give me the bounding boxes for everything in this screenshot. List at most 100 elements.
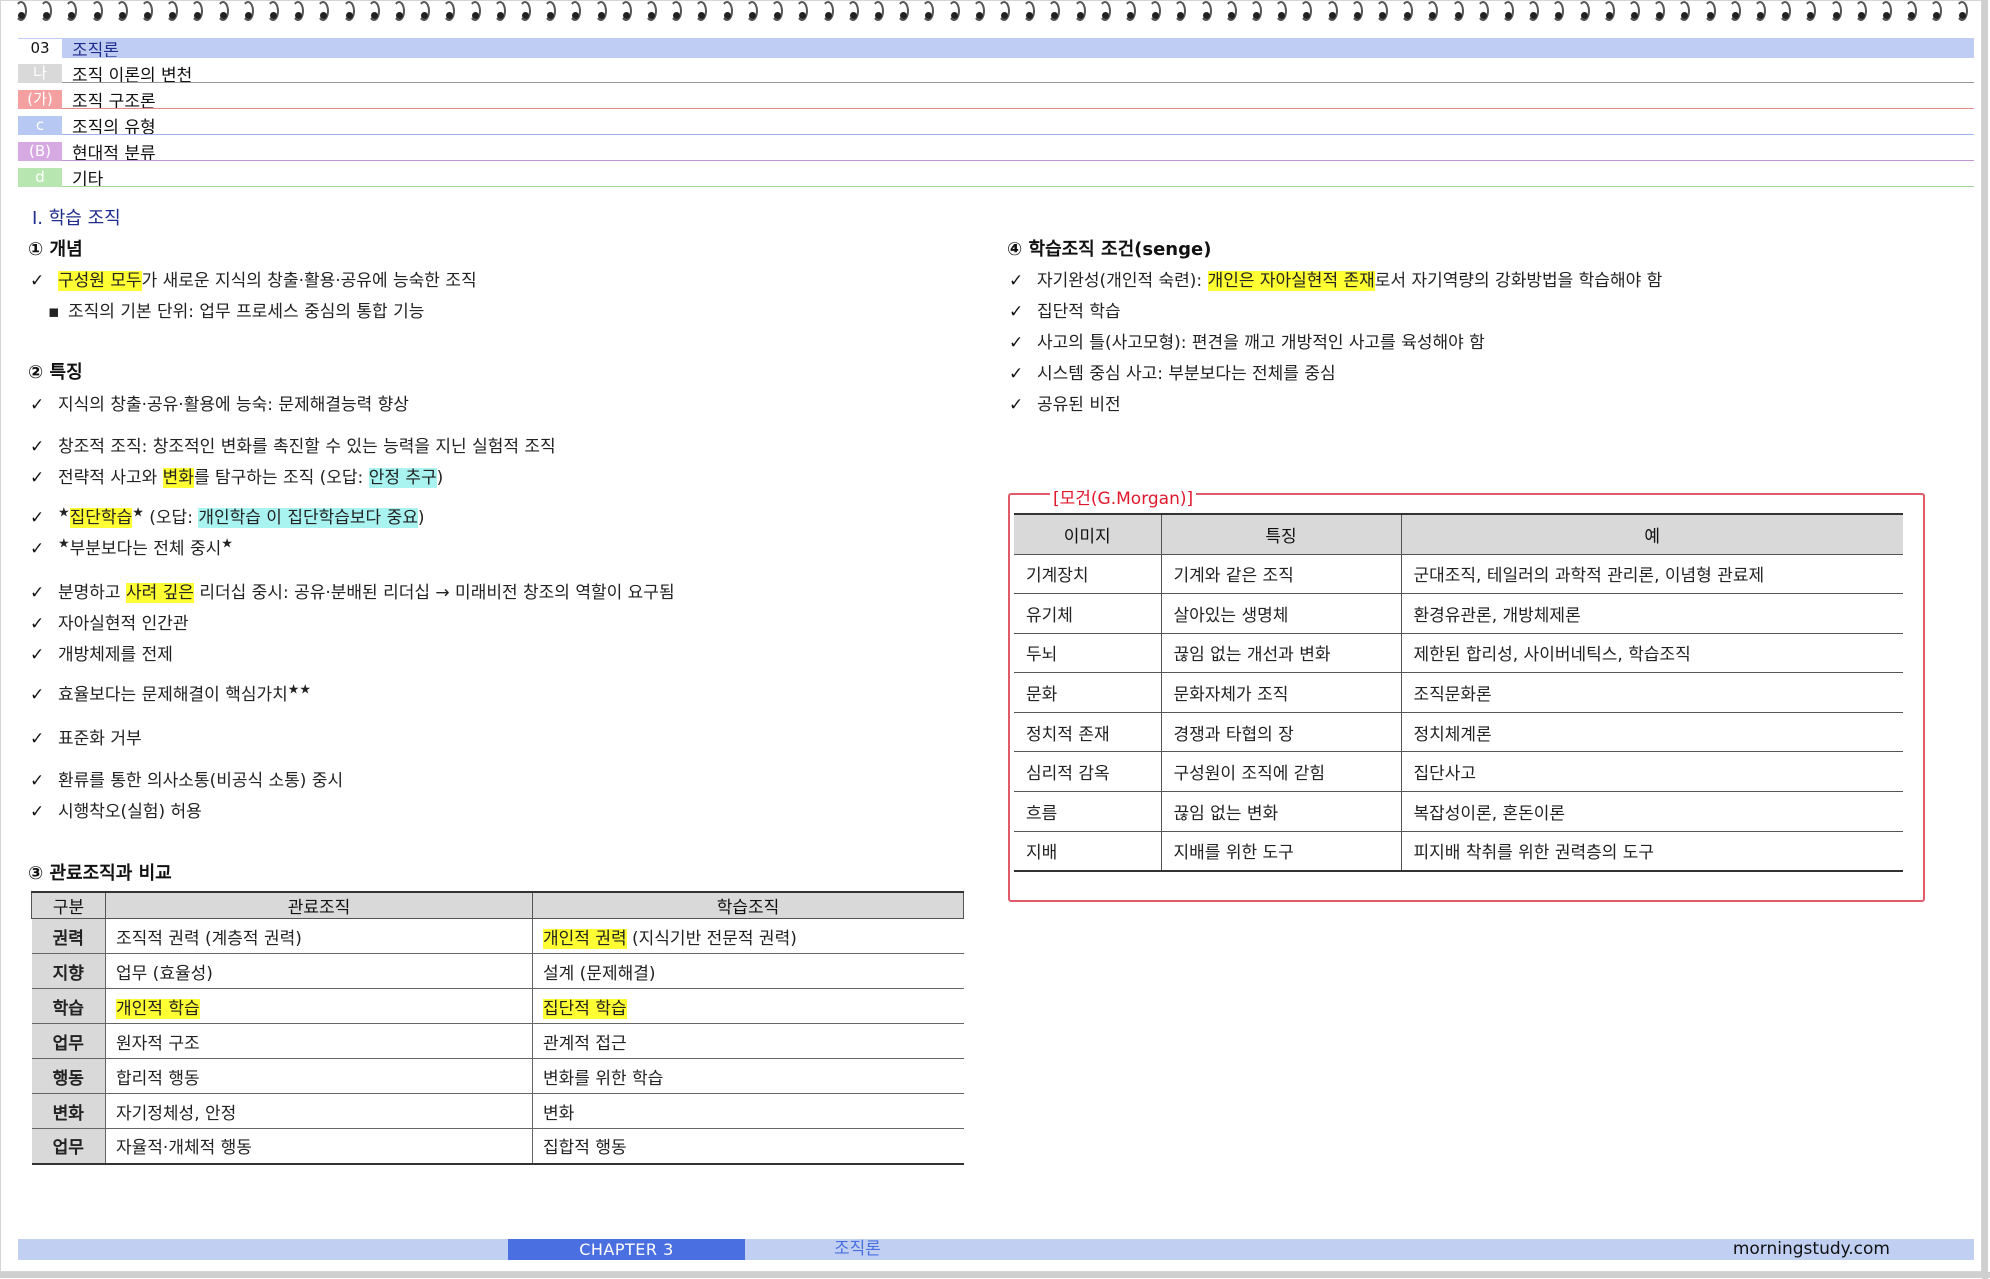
spiral-ring-icon [489, 0, 511, 24]
morgan-cell: 지배를 위한 도구 [1160, 831, 1401, 872]
spiral-ring-icon [1245, 0, 1267, 24]
compare-cell-text: 설계 (문제해결) [543, 963, 656, 984]
compare-row-key: 지향 [31, 953, 106, 989]
header-index-row: c 조직의 유형 [18, 115, 1974, 138]
check-icon: ✓ [1009, 333, 1024, 353]
morgan-table-row: 두뇌 끊임 없는 개선과 변화 제한된 합리성, 사이버네틱스, 학습조직 [1014, 633, 1903, 674]
page-shadow-bottom [0, 1272, 1990, 1278]
feature-item: ✓ 분명하고 사려 깊은 리더십 중시: 공유·분배된 리더십 → 미래비전 창조… [30, 578, 675, 603]
spiral-ring-icon [1547, 0, 1569, 24]
morgan-cell: 유기체 [1014, 593, 1161, 634]
highlight-text: 집단학습 [69, 508, 133, 528]
spiral-ring-icon [1447, 0, 1469, 24]
spiral-ring-icon [1043, 0, 1065, 24]
star-icon: ★★ [287, 682, 312, 698]
spiral-ring-icon [388, 0, 410, 24]
compare-cell-learning: 변화 [532, 1093, 964, 1129]
check-icon: ✓ [30, 614, 45, 634]
header-index-tag: 나 [18, 63, 62, 83]
spiral-ring-icon [363, 0, 385, 24]
compare-row-key: 변화 [31, 1093, 106, 1129]
footer-band [18, 1239, 1974, 1260]
feature-item: ✓ 표준화 거부 [30, 724, 142, 749]
spiral-ring-icon [1673, 0, 1695, 24]
spiral-ring-icon [1371, 0, 1393, 24]
morgan-cell: 조직문화론 [1400, 672, 1903, 713]
highlight-text: 안정 추구 [368, 468, 437, 488]
spiral-ring-icon [161, 0, 183, 24]
spiral-ring-icon [766, 0, 788, 24]
spiral-ring-icon [1497, 0, 1519, 24]
feature-text: 전략적 사고와 [58, 468, 163, 488]
check-icon: ✓ [30, 508, 45, 528]
spiral-ring-icon [1598, 0, 1620, 24]
spiral-ring-icon [1749, 0, 1771, 24]
check-icon: ✓ [30, 729, 45, 749]
concept-heading: ① 개념 [28, 239, 83, 260]
header-index-rule [62, 160, 1974, 161]
compare-table-row: 변화 자기정체성, 안정 변화 [31, 1093, 964, 1129]
header-index-row: d 기타 [18, 167, 1974, 190]
compare-table: 구분 관료조직 학습조직 권력 조직적 권력 (계층적 권력) 개인적 권력 (지식… [31, 891, 964, 1165]
condition-text: 공유된 비전 [1037, 395, 1121, 415]
features-heading: ② 특징 [28, 362, 83, 383]
morgan-table-row: 흐름 끊임 없는 변화 복잡성이론, 혼돈이론 [1014, 791, 1903, 832]
morgan-cell: 정치체계론 [1400, 712, 1903, 753]
feature-text: 환류를 통한 의사소통(비공식 소통) 중시 [58, 771, 344, 791]
spiral-ring-icon [690, 0, 712, 24]
spiral-ring-icon [186, 0, 208, 24]
compare-cell-text: 조직적 권력 (계층적 권력) [116, 928, 302, 949]
spiral-ring-icon [665, 0, 687, 24]
morgan-table-row: 기계장치 기계와 같은 조직 군대조직, 테일러의 과학적 관리론, 이념형 관료제 [1014, 554, 1903, 595]
header-index-row: (가) 조직 구조론 [18, 89, 1974, 112]
compare-header-cell: 관료조직 [105, 891, 533, 919]
spiral-ring-icon [615, 0, 637, 24]
compare-cell-bureau: 개인적 학습 [105, 988, 533, 1024]
morgan-cell: 끊임 없는 변화 [1160, 791, 1401, 832]
condition-item: ✓ 사고의 틀(사고모형): 편견을 깨고 개방적인 사고를 육성해야 함 [1009, 328, 1485, 353]
header-index-tag: (B) [18, 141, 62, 161]
header-index-tag: c [18, 115, 62, 135]
morgan-title: [모건(G.Morgan)] [1050, 484, 1197, 509]
morgan-cell: 정치적 존재 [1014, 712, 1161, 753]
spiral-ring-icon [640, 0, 662, 24]
spiral-ring-icon [111, 0, 133, 24]
compare-cell-bureau: 원자적 구조 [105, 1023, 533, 1059]
spiral-ring-icon [993, 0, 1015, 24]
morgan-cell: 군대조직, 테일러의 과학적 관리론, 이념형 관료제 [1400, 554, 1903, 595]
check-icon: ✓ [1009, 395, 1024, 415]
spiral-ring-icon [35, 0, 57, 24]
highlight-text: 집단적 학습 [543, 998, 627, 1019]
compare-cell-text: 자율적·개체적 행동 [116, 1138, 252, 1159]
highlight-text: 개인학습 이 집단학습보다 중요 [198, 508, 418, 528]
morgan-cell: 환경유관론, 개방체제론 [1400, 593, 1903, 634]
feature-item: ✓ 전략적 사고와 변화를 탐구하는 조직 (오답: 안정 추구) [30, 463, 443, 488]
check-icon: ✓ [30, 771, 45, 791]
check-icon: ✓ [30, 395, 45, 415]
spiral-ring-icon [1144, 0, 1166, 24]
morgan-table-header: 이미지 특징 예 [1014, 513, 1903, 555]
feature-text: 부분보다는 전체 중시 [69, 539, 222, 559]
spiral-ring-icon [514, 0, 536, 24]
spiral-ring-icon [1119, 0, 1141, 24]
spiral-ring-icon [438, 0, 460, 24]
spiral-ring-icon [86, 0, 108, 24]
compare-cell-learning: 집합적 행동 [532, 1128, 964, 1165]
condition-text: 자기완성(개인적 숙련): [1037, 271, 1208, 291]
feature-text: 표준화 거부 [58, 729, 142, 749]
compare-cell-text: (지식기반 전문적 권력) [626, 928, 797, 949]
compare-row-key: 행동 [31, 1058, 106, 1094]
compare-row-key: 학습 [31, 988, 106, 1024]
morgan-table-row: 유기체 살아있는 생명체 환경유관론, 개방체제론 [1014, 593, 1903, 634]
morgan-cell: 기계와 같은 조직 [1160, 554, 1401, 595]
star-icon: ★ [58, 505, 70, 521]
feature-item: ✓ 시행착오(실험) 허용 [30, 797, 202, 822]
morgan-table-row: 정치적 존재 경쟁과 타협의 장 정치체계론 [1014, 712, 1903, 753]
spiral-ring-icon [1169, 0, 1191, 24]
highlight-text: 변화 [162, 468, 194, 488]
compare-cell-learning: 개인적 권력 (지식기반 전문적 권력) [532, 918, 964, 954]
spiral-ring-icon [1799, 0, 1821, 24]
morgan-cell: 흐름 [1014, 791, 1161, 832]
spiral-ring-icon [1421, 0, 1443, 24]
morgan-cell: 지배 [1014, 831, 1161, 872]
